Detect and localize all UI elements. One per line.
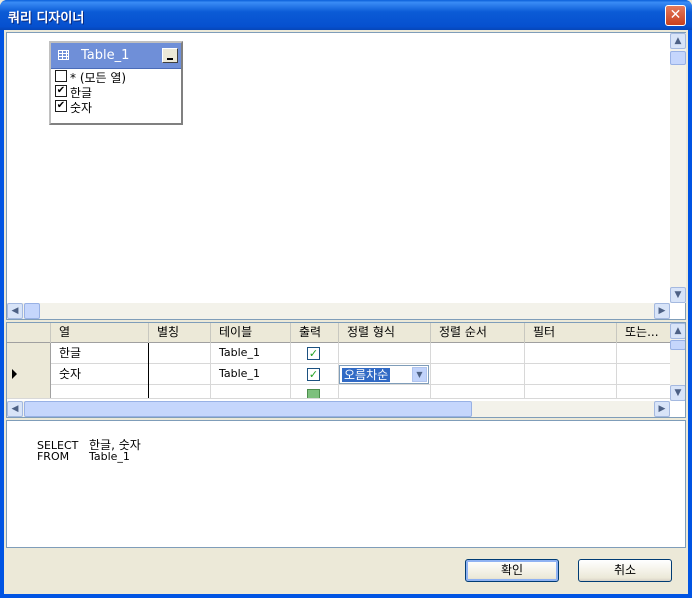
- table-icon: [58, 50, 69, 60]
- table-box[interactable]: Table_1 * (모든 열) ✔ 한글 ✔ 숫자: [49, 41, 183, 125]
- cell-or[interactable]: [617, 385, 671, 398]
- header-column[interactable]: 열: [51, 323, 149, 343]
- cell-column[interactable]: [51, 385, 149, 398]
- cell-table[interactable]: Table_1: [211, 343, 291, 364]
- scroll-right-icon[interactable]: ▶: [654, 401, 670, 417]
- scroll-up-icon[interactable]: ▲: [670, 33, 686, 49]
- column-row-number[interactable]: ✔ 숫자: [51, 99, 181, 115]
- grid-header-corner: [7, 323, 51, 343]
- header-sort-order[interactable]: 정렬 순서: [431, 323, 525, 343]
- cell-alias[interactable]: [149, 343, 211, 364]
- cell-filter[interactable]: [525, 364, 617, 385]
- diagram-pane[interactable]: Table_1 * (모든 열) ✔ 한글 ✔ 숫자 ▲ ▼ ◀ ▶: [6, 32, 686, 320]
- grid-horizontal-scrollbar[interactable]: ◀ ▶: [7, 401, 670, 417]
- scroll-down-icon[interactable]: ▼: [670, 287, 686, 303]
- scroll-left-icon[interactable]: ◀: [7, 303, 23, 319]
- cell-sort-type: 오름차순 ▼: [339, 364, 431, 385]
- sql-line-from: FROM Table_1: [9, 437, 130, 476]
- scroll-left-icon[interactable]: ◀: [7, 401, 23, 417]
- header-output[interactable]: 출력: [291, 323, 339, 343]
- header-alias[interactable]: 별칭: [149, 323, 211, 343]
- cell-sort-order[interactable]: [431, 364, 525, 385]
- query-designer-window: 쿼리 디자이너 ✕ Table_1 * (모든 열) ✔ 한글 ✔ 숫자 ▲ ▼…: [0, 0, 692, 598]
- cell-output: ✓: [291, 343, 339, 364]
- cell-sort-type[interactable]: [339, 385, 431, 398]
- diagram-vscroll-thumb[interactable]: [670, 51, 686, 65]
- diagram-hscroll-thumb[interactable]: [24, 303, 40, 319]
- chevron-down-icon[interactable]: ▼: [412, 367, 427, 382]
- dialog-client-area: Table_1 * (모든 열) ✔ 한글 ✔ 숫자 ▲ ▼ ◀ ▶ 열 별칭 …: [4, 30, 688, 594]
- scroll-right-icon[interactable]: ▶: [654, 303, 670, 319]
- ok-button[interactable]: 확인: [465, 559, 559, 582]
- sql-pane[interactable]: SELECT 한글, 숫자 FROM Table_1: [6, 420, 686, 548]
- column-row-hangul[interactable]: ✔ 한글: [51, 84, 181, 100]
- column-checkbox-hangul[interactable]: ✔: [55, 85, 67, 97]
- cell-column[interactable]: 숫자: [51, 364, 149, 385]
- window-title: 쿼리 디자이너: [8, 11, 85, 26]
- header-table[interactable]: 테이블: [211, 323, 291, 343]
- cell-or[interactable]: [617, 364, 671, 385]
- scroll-up-icon[interactable]: ▲: [670, 323, 685, 339]
- title-bar[interactable]: 쿼리 디자이너 ✕: [0, 0, 692, 30]
- column-checkbox-number[interactable]: ✔: [55, 100, 67, 112]
- cell-alias[interactable]: [149, 364, 211, 385]
- row-selector[interactable]: [7, 343, 51, 364]
- table-box-header[interactable]: Table_1: [51, 43, 181, 69]
- cell-alias[interactable]: [149, 385, 211, 398]
- sql-from-table: Table_1: [88, 450, 130, 463]
- column-label-number: 숫자: [70, 101, 93, 115]
- sort-type-selected: 오름차순: [342, 368, 391, 382]
- grid-vertical-scrollbar[interactable]: ▲ ▼: [670, 323, 685, 401]
- grid-vscroll-thumb[interactable]: [670, 340, 685, 350]
- close-button[interactable]: ✕: [665, 5, 686, 26]
- row-selector[interactable]: [7, 364, 51, 385]
- cell-sort-type[interactable]: [339, 343, 431, 364]
- header-sort-type[interactable]: 정렬 형식: [339, 323, 431, 343]
- table-box-title: Table_1: [81, 48, 130, 63]
- cell-filter[interactable]: [525, 385, 617, 398]
- output-checkbox[interactable]: [307, 389, 320, 398]
- cancel-button[interactable]: 취소: [578, 559, 672, 582]
- cell-output: ✓: [291, 364, 339, 385]
- table-row-new[interactable]: [7, 385, 671, 399]
- table-row[interactable]: 한글 Table_1 ✓: [7, 343, 671, 364]
- cell-sort-order[interactable]: [431, 343, 525, 364]
- scroll-down-icon[interactable]: ▼: [670, 385, 685, 401]
- cell-filter[interactable]: [525, 343, 617, 364]
- sort-type-dropdown[interactable]: 오름차순 ▼: [339, 365, 429, 384]
- output-checkbox[interactable]: ✓: [307, 347, 320, 360]
- current-row-icon: [12, 369, 17, 379]
- header-or[interactable]: 또는...: [617, 323, 671, 343]
- output-checkbox[interactable]: ✓: [307, 368, 320, 381]
- diagram-horizontal-scrollbar[interactable]: ◀ ▶: [7, 303, 670, 319]
- cell-column[interactable]: 한글: [51, 343, 149, 364]
- sql-keyword-from: FROM: [36, 450, 70, 463]
- grid-header: 열 별칭 테이블 출력 정렬 형식 정렬 순서 필터 또는...: [7, 323, 671, 343]
- table-row[interactable]: 숫자 Table_1 ✓ 오름차순 ▼: [7, 364, 671, 385]
- cell-or[interactable]: [617, 343, 671, 364]
- grid-hscroll-thumb[interactable]: [24, 401, 472, 417]
- row-selector[interactable]: [7, 385, 51, 398]
- diagram-vertical-scrollbar[interactable]: ▲ ▼: [670, 33, 686, 303]
- minimize-table-button[interactable]: [162, 48, 178, 63]
- cell-sort-order[interactable]: [431, 385, 525, 398]
- cell-table[interactable]: Table_1: [211, 364, 291, 385]
- column-row-all[interactable]: * (모든 열): [51, 69, 181, 85]
- cell-output: [291, 385, 339, 398]
- header-filter[interactable]: 필터: [525, 323, 617, 343]
- criteria-grid[interactable]: 열 별칭 테이블 출력 정렬 형식 정렬 순서 필터 또는... 한글 Tabl…: [6, 322, 686, 418]
- column-checkbox-all[interactable]: [55, 70, 67, 82]
- cell-table[interactable]: [211, 385, 291, 398]
